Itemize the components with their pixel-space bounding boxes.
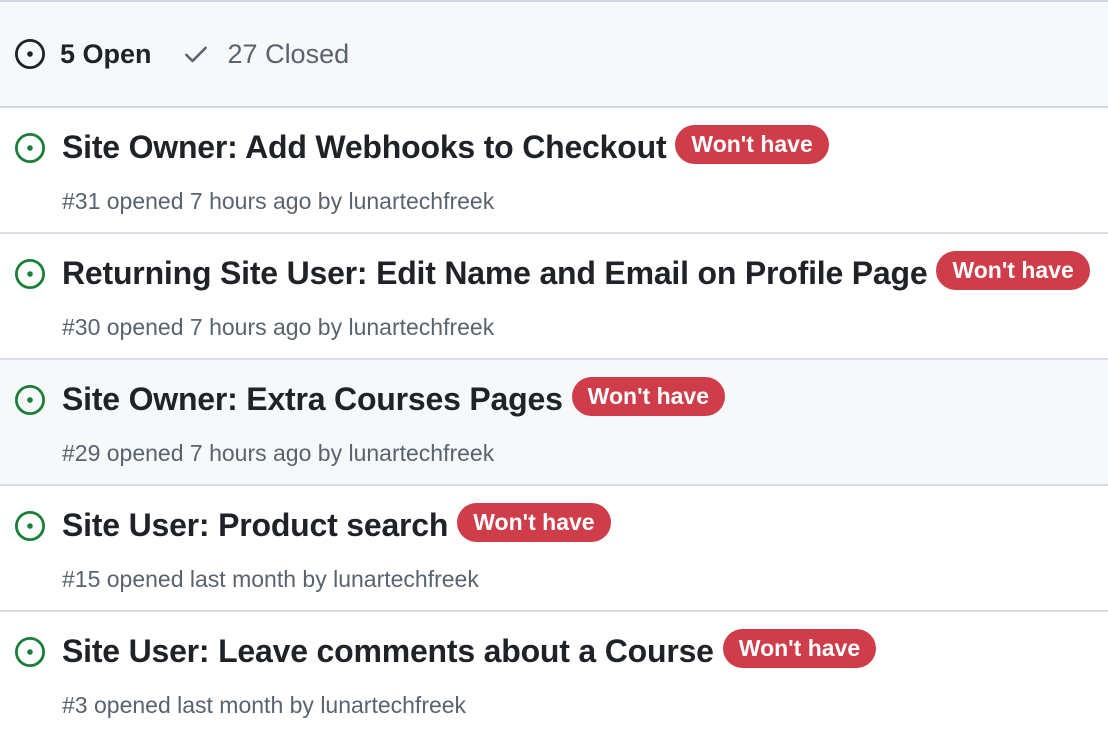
label-wont-have[interactable]: Won't have — [457, 503, 611, 542]
label-wont-have[interactable]: Won't have — [936, 251, 1090, 290]
label-wont-have[interactable]: Won't have — [675, 125, 829, 164]
issue-row[interactable]: Site User: Product search Won't have #15… — [0, 486, 1108, 612]
issues-list-header: 5 Open 27 Closed — [0, 2, 1108, 108]
issue-open-icon — [14, 132, 46, 164]
issue-open-icon — [14, 258, 46, 290]
issue-row[interactable]: Site Owner: Add Webhooks to Checkout Won… — [0, 108, 1108, 234]
issue-title-link[interactable]: Site Owner: Add Webhooks to Checkout — [62, 129, 667, 166]
issues-list: 5 Open 27 Closed Site Owner: Add Webhook… — [0, 0, 1108, 740]
issue-title-line: Site Owner: Extra Courses Pages Won't ha… — [62, 377, 726, 419]
issue-meta: #15 opened last month by lunartechfreek — [62, 566, 479, 593]
issue-number: #31 — [62, 188, 101, 214]
issue-title-link[interactable]: Site Owner: Extra Courses Pages — [62, 381, 563, 418]
issue-meta: #30 opened 7 hours ago by lunartechfreek — [62, 314, 494, 341]
issue-opened-text: opened last month by — [106, 566, 327, 592]
open-count-label: 5 Open — [60, 38, 152, 69]
issue-author-link[interactable]: lunartechfreek — [348, 440, 494, 466]
closed-issues-tab[interactable]: 27 Closed — [182, 38, 350, 70]
issue-open-icon — [14, 510, 46, 542]
issue-number: #15 — [62, 566, 101, 592]
issue-number: #3 — [62, 692, 88, 718]
issue-number: #30 — [62, 314, 101, 340]
issue-author-link[interactable]: lunartechfreek — [348, 314, 494, 340]
issue-opened-text: opened 7 hours ago by — [106, 314, 343, 340]
open-issues-tab[interactable]: 5 Open — [14, 38, 152, 70]
issue-row[interactable]: Site Owner: Extra Courses Pages Won't ha… — [0, 360, 1108, 486]
issue-opened-text: opened 7 hours ago by — [106, 440, 343, 466]
issue-title-link[interactable]: Returning Site User: Edit Name and Email… — [62, 255, 928, 292]
issue-row[interactable]: Site User: Leave comments about a Course… — [0, 612, 1108, 738]
label-wont-have[interactable]: Won't have — [722, 629, 877, 668]
issue-author-link[interactable]: lunartechfreek — [333, 566, 479, 592]
issue-author-link[interactable]: lunartechfreek — [320, 692, 466, 718]
label-wont-have[interactable]: Won't have — [571, 377, 726, 416]
issue-title-line: Site Owner: Add Webhooks to Checkout Won… — [62, 125, 829, 167]
issue-open-icon — [14, 384, 46, 416]
closed-count-label: 27 Closed — [227, 38, 350, 69]
issue-title-line: Returning Site User: Edit Name and Email… — [62, 251, 1090, 293]
issue-title-link[interactable]: Site User: Leave comments about a Course — [62, 633, 714, 670]
issue-open-icon — [14, 636, 46, 668]
issue-meta: #29 opened 7 hours ago by lunartechfreek — [62, 440, 494, 467]
issue-row[interactable]: Returning Site User: Edit Name and Email… — [0, 234, 1108, 360]
issue-title-line: Site User: Leave comments about a Course… — [62, 629, 877, 671]
issue-meta: #31 opened 7 hours ago by lunartechfreek — [62, 188, 494, 215]
issue-title-line: Site User: Product search Won't have — [62, 503, 611, 545]
issue-meta: #3 opened last month by lunartechfreek — [62, 692, 466, 719]
issue-number: #29 — [62, 440, 101, 466]
issue-author-link[interactable]: lunartechfreek — [348, 188, 494, 214]
issue-opened-icon — [14, 38, 46, 70]
issue-opened-text: opened last month by — [93, 692, 314, 718]
check-icon — [182, 40, 210, 68]
issue-title-link[interactable]: Site User: Product search — [62, 507, 448, 544]
issue-opened-text: opened 7 hours ago by — [106, 188, 343, 214]
